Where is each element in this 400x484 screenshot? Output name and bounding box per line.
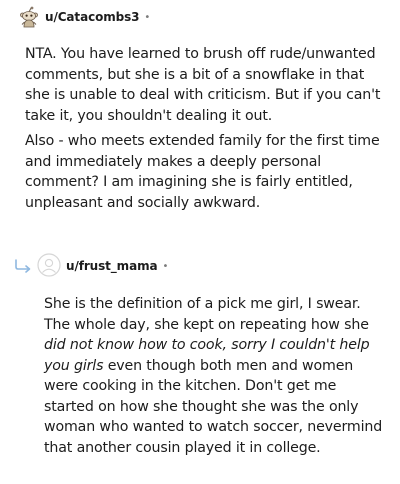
snoo-avatar-icon[interactable] <box>18 6 40 28</box>
comment-paragraph: Also - who meets extended family for the… <box>25 133 380 211</box>
default-avatar-icon[interactable] <box>37 253 61 277</box>
reply-text: She is the definition of a pick me girl,… <box>44 296 369 333</box>
comment-header: u/Catacombs3 • <box>18 5 150 29</box>
meta-separator: • <box>162 260 169 272</box>
reply-paragraph: She is the definition of a pick me girl,… <box>44 294 389 458</box>
comment-author[interactable]: u/Catacombs3 <box>45 10 140 24</box>
comment-paragraph: NTA. You have learned to brush off rude/… <box>25 46 381 124</box>
comment-body: NTA. You have learned to brush off rude/… <box>25 44 385 218</box>
reply-arrow-icon <box>13 258 35 274</box>
reply-author[interactable]: u/frust_mama <box>66 259 158 273</box>
reply-body: She is the definition of a pick me girl,… <box>44 294 389 458</box>
meta-separator: • <box>144 11 151 23</box>
reply-header: u/frust_mama • <box>66 256 168 276</box>
